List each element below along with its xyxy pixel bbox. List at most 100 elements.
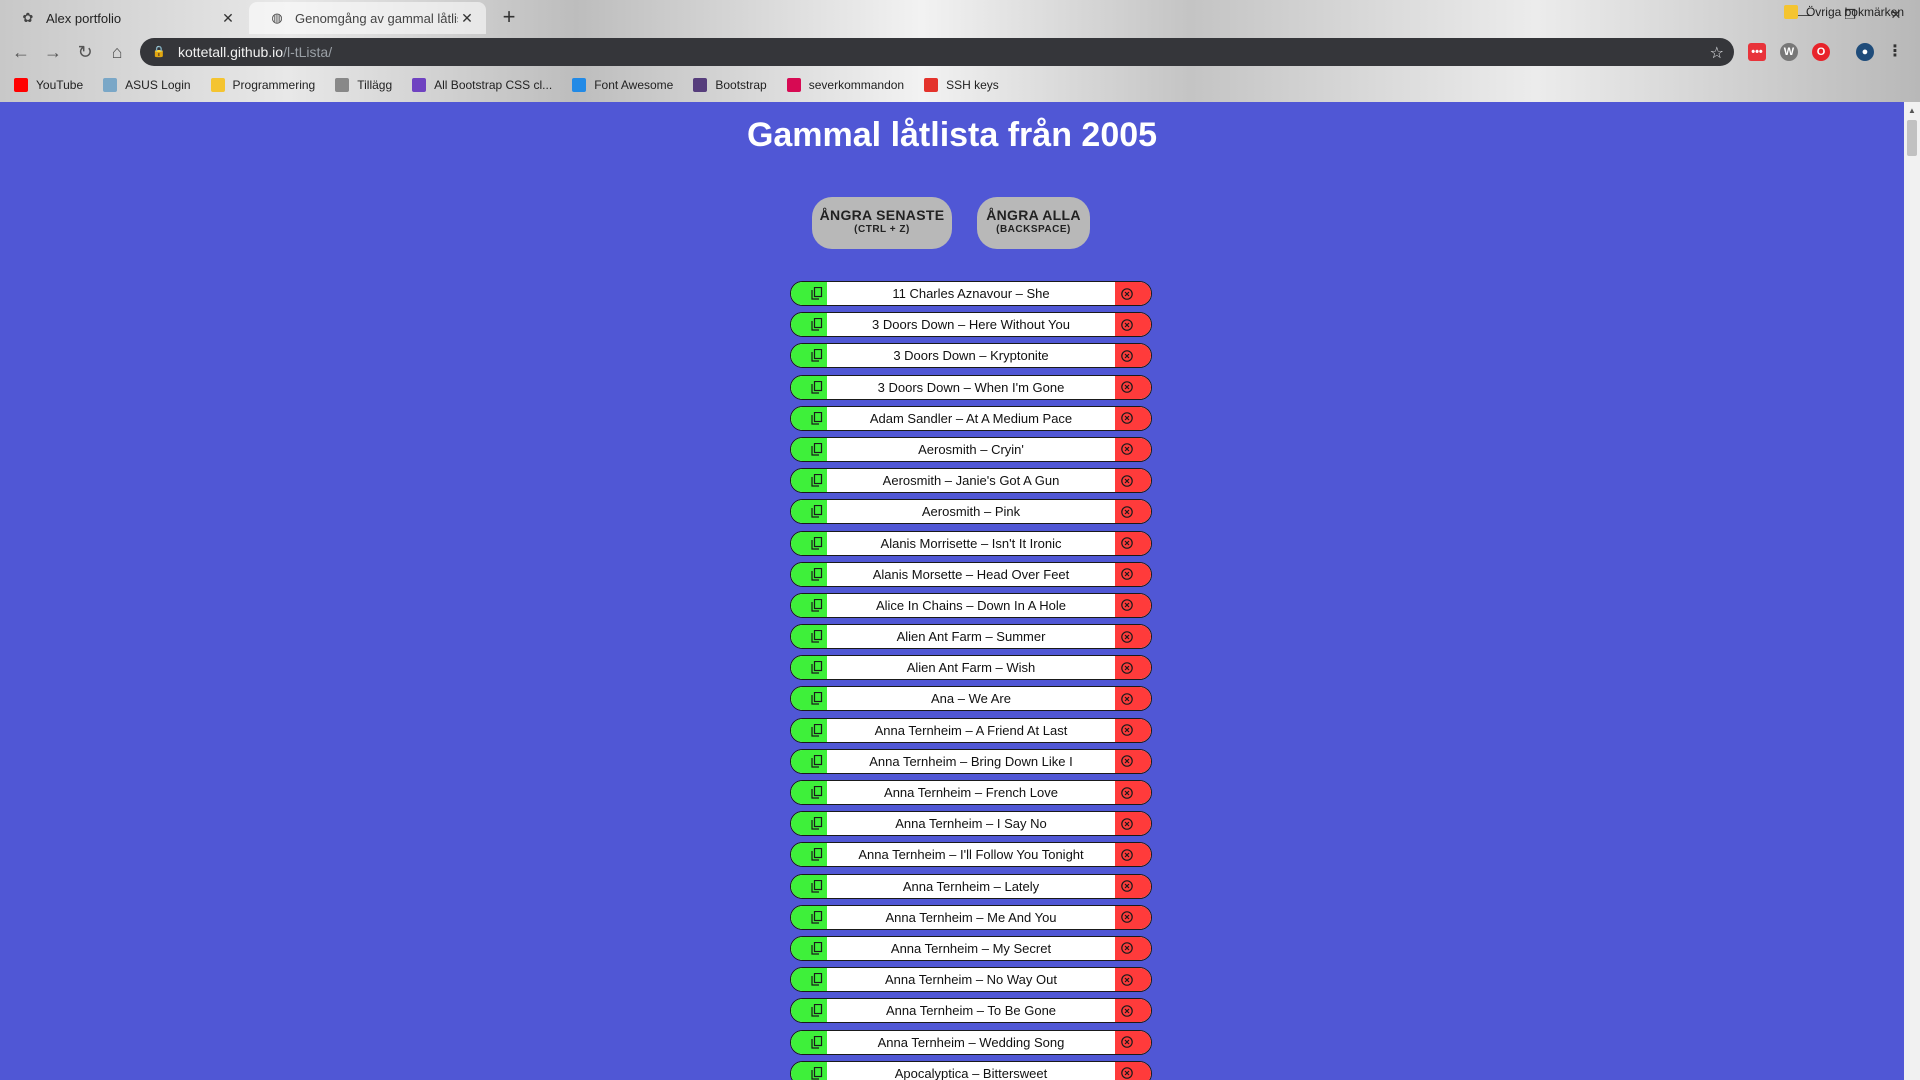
copy-button[interactable]: [791, 812, 827, 836]
delete-button[interactable]: [1115, 843, 1151, 867]
song-title[interactable]: Alice In Chains – Down In A Hole: [827, 594, 1115, 617]
copy-button[interactable]: [791, 749, 827, 773]
delete-button[interactable]: [1115, 344, 1151, 368]
bookmark-item[interactable]: Tillägg: [335, 78, 392, 92]
song-title[interactable]: Alanis Morsette – Head Over Feet: [827, 563, 1115, 586]
delete-button[interactable]: [1115, 656, 1151, 680]
extension-opera-icon[interactable]: O: [1812, 43, 1830, 61]
undo-all-button[interactable]: ÅNGRA ALLA (BACKSPACE): [977, 197, 1090, 249]
delete-button[interactable]: [1115, 999, 1151, 1023]
song-title[interactable]: Anna Ternheim – I Say No: [827, 812, 1115, 835]
bookmark-item[interactable]: ASUS Login: [103, 78, 191, 92]
delete-button[interactable]: [1115, 282, 1151, 305]
forward-arrow-icon[interactable]: →: [40, 39, 66, 65]
copy-button[interactable]: [791, 406, 827, 430]
delete-button[interactable]: [1115, 437, 1151, 461]
delete-button[interactable]: [1115, 874, 1151, 898]
song-title[interactable]: Anna Ternheim – Me And You: [827, 906, 1115, 929]
delete-button[interactable]: [1115, 469, 1151, 493]
song-title[interactable]: Alien Ant Farm – Summer: [827, 625, 1115, 648]
copy-button[interactable]: [791, 999, 827, 1023]
song-title[interactable]: Apocalyptica – Bittersweet: [827, 1062, 1115, 1080]
song-title[interactable]: Adam Sandler – At A Medium Pace: [827, 407, 1115, 430]
delete-button[interactable]: [1115, 625, 1151, 649]
copy-button[interactable]: [791, 531, 827, 555]
song-title[interactable]: Anna Ternheim – To Be Gone: [827, 999, 1115, 1022]
song-title[interactable]: Alanis Morrisette – Isn't It Ironic: [827, 532, 1115, 555]
bookmark-item[interactable]: YouTube: [14, 78, 83, 92]
bookmark-item[interactable]: Font Awesome: [572, 78, 673, 92]
song-title[interactable]: 3 Doors Down – Here Without You: [827, 313, 1115, 336]
song-title[interactable]: Anna Ternheim – A Friend At Last: [827, 719, 1115, 742]
delete-button[interactable]: [1115, 406, 1151, 430]
copy-button[interactable]: [791, 1061, 827, 1080]
home-icon[interactable]: ⌂: [104, 39, 130, 65]
delete-button[interactable]: [1115, 718, 1151, 742]
copy-button[interactable]: [791, 562, 827, 586]
delete-button[interactable]: [1115, 812, 1151, 836]
reload-icon[interactable]: ↻: [72, 39, 98, 65]
delete-button[interactable]: [1115, 531, 1151, 555]
song-title[interactable]: Anna Ternheim – I'll Follow You Tonight: [827, 843, 1115, 866]
other-bookmarks[interactable]: Övriga bokmärken: [1783, 5, 1904, 19]
song-title[interactable]: Anna Ternheim – Bring Down Like I: [827, 750, 1115, 773]
song-title[interactable]: Alien Ant Farm – Wish: [827, 656, 1115, 679]
delete-button[interactable]: [1115, 593, 1151, 617]
address-bar[interactable]: 🔒 kottetall.github.io/l-tLista/ ☆: [140, 38, 1734, 66]
bookmark-item[interactable]: Programmering: [210, 78, 315, 92]
bookmark-item[interactable]: Bootstrap: [693, 78, 767, 92]
copy-button[interactable]: [791, 437, 827, 461]
song-title[interactable]: Anna Ternheim – No Way Out: [827, 968, 1115, 991]
copy-button[interactable]: [791, 687, 827, 711]
copy-button[interactable]: [791, 656, 827, 680]
copy-button[interactable]: [791, 469, 827, 493]
copy-button[interactable]: [791, 718, 827, 742]
song-title[interactable]: 11 Charles Aznavour – She: [827, 282, 1115, 305]
delete-button[interactable]: [1115, 781, 1151, 804]
copy-button[interactable]: [791, 968, 827, 992]
bookmark-star-icon[interactable]: ☆: [1710, 43, 1724, 63]
song-title[interactable]: Anna Ternheim – French Love: [827, 781, 1115, 804]
page-scrollbar[interactable]: ▲: [1904, 102, 1920, 1080]
copy-button[interactable]: [791, 874, 827, 898]
extension-w-icon[interactable]: W: [1780, 43, 1798, 61]
profile-avatar[interactable]: ●: [1856, 43, 1874, 61]
song-title[interactable]: Ana – We Are: [827, 687, 1115, 710]
copy-button[interactable]: [791, 313, 827, 337]
song-title[interactable]: Aerosmith – Janie's Got A Gun: [827, 469, 1115, 492]
delete-button[interactable]: [1115, 1030, 1151, 1054]
copy-button[interactable]: [791, 1030, 827, 1054]
delete-button[interactable]: [1115, 500, 1151, 524]
undo-last-button[interactable]: ÅNGRA SENASTE (CTRL + Z): [812, 197, 952, 249]
new-tab-button[interactable]: +: [497, 6, 521, 30]
song-title[interactable]: 3 Doors Down – Kryptonite: [827, 344, 1115, 367]
song-title[interactable]: Aerosmith – Pink: [827, 500, 1115, 523]
song-title[interactable]: Anna Ternheim – Lately: [827, 875, 1115, 898]
delete-button[interactable]: [1115, 968, 1151, 992]
song-title[interactable]: Aerosmith – Cryin': [827, 438, 1115, 461]
more-menu-icon[interactable]: ⋮: [1886, 43, 1904, 61]
bookmark-item[interactable]: All Bootstrap CSS cl...: [412, 78, 552, 92]
delete-button[interactable]: [1115, 936, 1151, 960]
scrollbar-thumb[interactable]: [1907, 120, 1917, 156]
copy-button[interactable]: [791, 781, 827, 804]
copy-button[interactable]: [791, 282, 827, 305]
copy-button[interactable]: [791, 905, 827, 929]
scroll-up-arrow-icon[interactable]: ▲: [1908, 106, 1916, 115]
song-title[interactable]: Anna Ternheim – Wedding Song: [827, 1031, 1115, 1054]
back-arrow-icon[interactable]: ←: [8, 39, 34, 65]
copy-button[interactable]: [791, 843, 827, 867]
extension-lastpass-icon[interactable]: •••: [1748, 43, 1766, 61]
tab-song-list[interactable]: ◍ Genomgång av gammal låtlista ✕: [249, 2, 486, 34]
copy-button[interactable]: [791, 344, 827, 368]
copy-button[interactable]: [791, 500, 827, 524]
song-title[interactable]: 3 Doors Down – When I'm Gone: [827, 376, 1115, 399]
delete-button[interactable]: [1115, 562, 1151, 586]
close-icon[interactable]: ✕: [219, 9, 237, 27]
bookmark-item[interactable]: severkommandon: [786, 78, 904, 92]
delete-button[interactable]: [1115, 375, 1151, 399]
delete-button[interactable]: [1115, 905, 1151, 929]
delete-button[interactable]: [1115, 313, 1151, 337]
song-title[interactable]: Anna Ternheim – My Secret: [827, 937, 1115, 960]
copy-button[interactable]: [791, 625, 827, 649]
